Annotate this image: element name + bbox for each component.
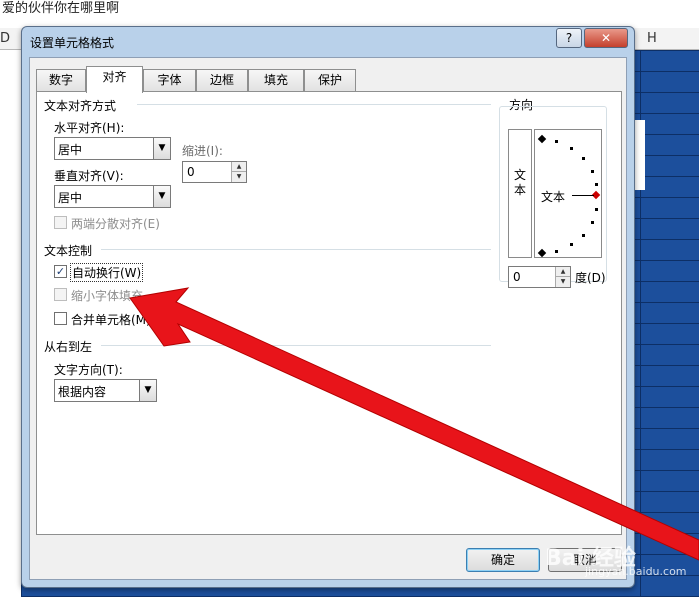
section-divider xyxy=(137,104,491,105)
spin-up-icon[interactable]: ▲ xyxy=(231,162,246,172)
justify-distributed-label: 两端分散对齐(E) xyxy=(71,217,160,231)
wrap-text-checkbox[interactable]: ✓ xyxy=(54,265,67,278)
dial-tick xyxy=(582,157,585,160)
indent-value: 0 xyxy=(187,165,195,179)
help-button[interactable]: ? xyxy=(556,28,582,48)
horizontal-align-select[interactable]: 居中 ▼ xyxy=(54,137,171,160)
vertical-align-label: 垂直对齐(V): xyxy=(54,169,124,183)
cell-area-left[interactable] xyxy=(0,50,21,597)
text-alignment-section-title: 文本对齐方式 xyxy=(44,99,117,113)
cell-area-right[interactable] xyxy=(635,120,645,190)
watermark-url: jingyan.baidu.com xyxy=(585,565,687,578)
degrees-spinner[interactable]: 0 ▲ ▼ xyxy=(508,266,571,288)
dial-marker xyxy=(537,248,547,258)
tab-font[interactable]: 字体 xyxy=(143,69,196,92)
justify-distributed-checkbox[interactable] xyxy=(54,216,67,229)
orientation-box: 文本 文本 0 ▲ ▼ 度(D) xyxy=(499,106,607,288)
format-cells-dialog: 设置单元格格式 ? ✕ 数字 对齐 字体 边框 填充 保护 文本对齐方式 水平对… xyxy=(21,26,635,588)
vertical-align-value: 居中 xyxy=(58,191,83,205)
close-button[interactable]: ✕ xyxy=(584,28,628,48)
horizontal-align-value: 居中 xyxy=(58,143,83,157)
dial-tick xyxy=(555,250,558,253)
dial-tick xyxy=(595,208,598,211)
vertical-text-label: 文本 xyxy=(514,168,527,197)
dial-tick xyxy=(555,140,558,143)
dial-tick xyxy=(591,221,594,224)
tab-protection[interactable]: 保护 xyxy=(304,69,356,92)
spin-down-icon[interactable]: ▼ xyxy=(231,172,246,182)
window-title: 爱的伙伴你在哪里啊 xyxy=(2,1,120,16)
wrap-text-label: 自动换行(W) xyxy=(70,263,144,282)
gridline-vertical xyxy=(640,28,641,597)
vertical-text-button[interactable]: 文本 xyxy=(508,129,532,258)
spin-down-icon[interactable]: ▼ xyxy=(555,277,570,287)
section-divider xyxy=(101,345,491,346)
section-divider xyxy=(101,249,491,250)
dropdown-arrow-icon[interactable]: ▼ xyxy=(153,186,170,207)
dial-marker xyxy=(537,134,547,144)
shrink-to-fit-checkbox[interactable] xyxy=(54,288,67,301)
column-d-header[interactable]: D xyxy=(0,31,10,46)
vertical-align-select[interactable]: 居中 ▼ xyxy=(54,185,171,208)
alignment-panel: 文本对齐方式 水平对齐(H): 居中 ▼ 缩进(I): 0 ▲ ▼ 垂直对齐(V… xyxy=(36,91,622,535)
dropdown-arrow-icon[interactable]: ▼ xyxy=(153,138,170,159)
ok-button[interactable]: 确定 xyxy=(466,548,540,572)
shrink-to-fit-label: 缩小字体填充 xyxy=(71,289,144,303)
column-h-header[interactable]: H xyxy=(647,31,657,46)
degrees-label: 度(D) xyxy=(575,271,606,285)
dial-tick xyxy=(591,170,594,173)
dial-text: 文本 xyxy=(541,190,566,204)
dial-tick xyxy=(582,234,585,237)
text-direction-value: 根据内容 xyxy=(58,385,107,399)
dropdown-arrow-icon[interactable]: ▼ xyxy=(139,380,156,401)
orientation-dial[interactable]: 文本 xyxy=(534,129,602,258)
tab-alignment[interactable]: 对齐 xyxy=(86,66,143,93)
tab-number[interactable]: 数字 xyxy=(36,69,86,92)
dial-line xyxy=(572,195,594,196)
merge-cells-label: 合并单元格(M) xyxy=(71,313,151,327)
indent-spinner[interactable]: 0 ▲ ▼ xyxy=(182,161,247,183)
dial-tick xyxy=(570,147,573,150)
tab-fill[interactable]: 填充 xyxy=(248,69,304,92)
indent-label: 缩进(I): xyxy=(182,144,223,158)
text-direction-label: 文字方向(T): xyxy=(54,363,123,377)
dialog-title: 设置单元格格式 xyxy=(30,36,115,50)
dialog-client: 数字 对齐 字体 边框 填充 保护 文本对齐方式 水平对齐(H): 居中 ▼ 缩… xyxy=(29,57,627,580)
horizontal-align-label: 水平对齐(H): xyxy=(54,121,125,135)
tab-border[interactable]: 边框 xyxy=(196,69,248,92)
text-direction-select[interactable]: 根据内容 ▼ xyxy=(54,379,157,402)
text-control-section-title: 文本控制 xyxy=(44,244,93,258)
dial-tick xyxy=(570,243,573,246)
degrees-value: 0 xyxy=(513,270,521,284)
rtl-section-title: 从右到左 xyxy=(44,340,93,354)
dial-tick xyxy=(595,183,598,186)
spin-up-icon[interactable]: ▲ xyxy=(555,267,570,277)
dialog-titlebar[interactable]: 设置单元格格式 ? ✕ xyxy=(22,27,634,57)
merge-cells-checkbox[interactable] xyxy=(54,312,67,325)
